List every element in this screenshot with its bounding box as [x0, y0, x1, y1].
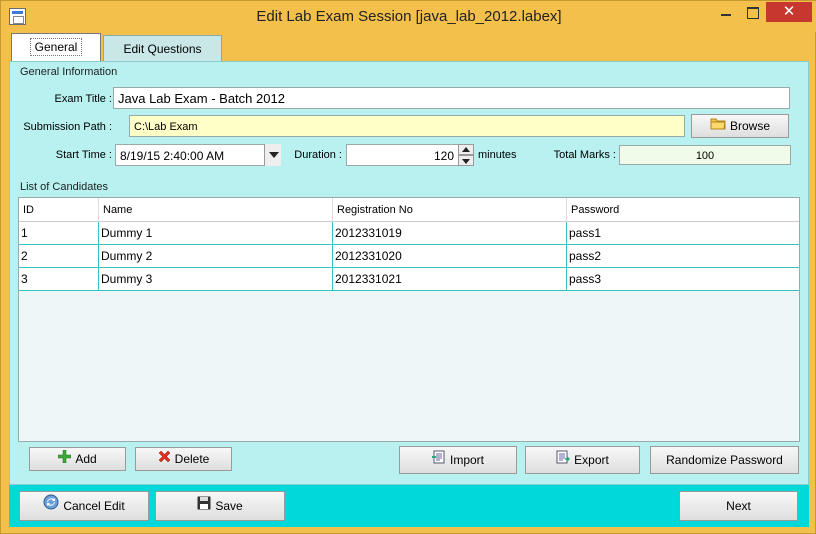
duration-label: Duration : [294, 149, 342, 161]
total-marks-field[interactable]: 100 [619, 145, 791, 165]
column-header-name[interactable]: Name [99, 198, 333, 222]
plus-icon [58, 448, 72, 470]
import-icon [431, 447, 446, 473]
exam-title-label: Exam Title : [54, 93, 112, 105]
save-label: Save [215, 499, 243, 513]
start-time-dropdown-arrow[interactable] [264, 144, 281, 166]
delete-button[interactable]: Delete [135, 447, 232, 471]
cell-id[interactable]: 3 [19, 268, 99, 290]
cell-name[interactable]: Dummy 2 [99, 245, 333, 267]
window-title: Edit Lab Exam Session [java_lab_2012.lab… [256, 8, 562, 25]
cell-password[interactable]: pass1 [567, 222, 799, 244]
floppy-disk-icon [197, 492, 211, 520]
cancel-edit-label: Cancel Edit [63, 499, 125, 513]
candidates-table[interactable]: ID Name Registration No Password 1 Dummy… [18, 197, 800, 442]
table-row[interactable]: 2 Dummy 2 2012331020 pass2 [19, 245, 799, 268]
title-bar: Edit Lab Exam Session [java_lab_2012.lab… [1, 1, 816, 32]
submission-path-input[interactable]: C:\Lab Exam [129, 115, 685, 137]
duration-spinner-input[interactable]: 120 [346, 144, 459, 166]
column-header-registration-no[interactable]: Registration No [333, 198, 567, 222]
minimize-button[interactable] [713, 2, 739, 22]
duration-decrement[interactable] [458, 155, 474, 166]
next-button[interactable]: Next [679, 491, 798, 521]
table-row[interactable]: 3 Dummy 3 2012331021 pass3 [19, 268, 799, 291]
submission-path-label: Submission Path : [23, 121, 112, 133]
total-marks-label: Total Marks : [553, 149, 616, 161]
cell-registration-no[interactable]: 2012331019 [333, 222, 567, 244]
app-window: Edit Lab Exam Session [java_lab_2012.lab… [0, 0, 816, 534]
randomize-password-button[interactable]: Randomize Password [650, 446, 799, 474]
cell-id[interactable]: 2 [19, 245, 99, 267]
general-panel: General Information Exam Title : Java La… [9, 61, 809, 485]
cell-name[interactable]: Dummy 3 [99, 268, 333, 290]
column-header-id[interactable]: ID [19, 198, 99, 222]
tab-general[interactable]: General [11, 33, 101, 61]
import-label: Import [449, 453, 484, 467]
column-header-password[interactable]: Password [567, 198, 799, 222]
table-row[interactable]: 1 Dummy 1 2012331019 pass1 [19, 222, 799, 245]
cell-id[interactable]: 1 [19, 222, 99, 244]
delete-label: Delete [174, 452, 210, 466]
cell-registration-no[interactable]: 2012331020 [333, 245, 567, 267]
export-icon [556, 447, 571, 473]
folder-icon [710, 115, 726, 137]
cancel-edit-button[interactable]: Cancel Edit [19, 491, 149, 521]
browse-label: Browse [729, 119, 770, 133]
add-button[interactable]: Add [29, 447, 126, 471]
close-button[interactable]: ✕ [766, 2, 812, 22]
refresh-icon [43, 492, 59, 520]
tab-strip: General Edit Questions [9, 32, 809, 63]
next-label: Next [726, 499, 751, 513]
exam-title-input[interactable]: Java Lab Exam - Batch 2012 [113, 87, 790, 109]
bottom-action-bar: Cancel Edit Save Next [9, 485, 809, 527]
duration-increment[interactable] [458, 144, 474, 155]
tab-edit-questions[interactable]: Edit Questions [103, 35, 222, 63]
candidates-heading: List of Candidates [20, 181, 109, 193]
export-label: Export [574, 453, 609, 467]
general-information-heading: General Information [20, 66, 118, 78]
browse-button[interactable]: Browse [691, 114, 789, 138]
maximize-button[interactable] [739, 2, 765, 22]
import-button[interactable]: Import [399, 446, 517, 474]
cell-registration-no[interactable]: 2012331021 [333, 268, 567, 290]
randomize-password-label: Randomize Password [666, 453, 783, 467]
table-body: 1 Dummy 1 2012331019 pass1 2 Dummy 2 201… [19, 222, 799, 291]
table-header: ID Name Registration No Password [19, 198, 799, 222]
close-icon: ✕ [782, 3, 796, 20]
duration-unit: minutes [478, 149, 517, 161]
add-label: Add [75, 452, 97, 466]
start-time-label: Start Time : [55, 149, 112, 161]
cell-password[interactable]: pass3 [567, 268, 799, 290]
export-button[interactable]: Export [525, 446, 640, 474]
delete-x-icon [158, 448, 171, 470]
start-time-combo[interactable]: 8/19/15 2:40:00 AM [115, 144, 265, 166]
tab-edit-questions-label: Edit Questions [123, 42, 202, 56]
cell-name[interactable]: Dummy 1 [99, 222, 333, 244]
cell-password[interactable]: pass2 [567, 245, 799, 267]
save-button[interactable]: Save [155, 491, 285, 521]
tab-general-label: General [29, 38, 83, 56]
